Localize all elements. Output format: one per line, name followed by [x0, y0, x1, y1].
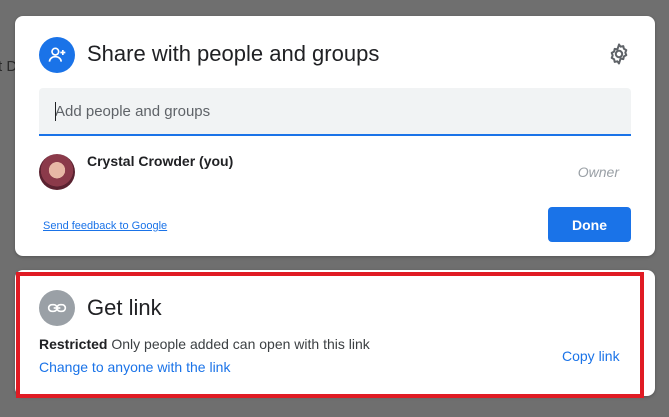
- avatar: [39, 154, 75, 190]
- share-dialog-title: Share with people and groups: [87, 41, 380, 66]
- person-name: Crystal Crowder (you): [87, 153, 234, 169]
- send-feedback-link[interactable]: Send feedback to Google: [43, 220, 167, 232]
- screen: t D Share with people and groups Crystal…: [0, 0, 669, 417]
- gear-icon[interactable]: [607, 42, 631, 66]
- access-explanation: Only people added can open with this lin…: [111, 336, 370, 352]
- person-add-icon: [39, 37, 75, 73]
- text-caret: [55, 102, 56, 121]
- person-role: Owner: [577, 164, 619, 180]
- link-icon: [39, 290, 75, 326]
- access-level: Restricted: [39, 336, 108, 352]
- copy-link-button[interactable]: Copy link: [562, 348, 620, 364]
- add-people-field[interactable]: [39, 88, 631, 136]
- access-description: Restricted Only people added can open wi…: [39, 336, 370, 352]
- change-access-link[interactable]: Change to anyone with the link: [39, 359, 230, 375]
- share-dialog: Share with people and groups Crystal Cro…: [15, 16, 655, 256]
- done-button[interactable]: Done: [548, 207, 631, 242]
- add-people-input[interactable]: [39, 88, 631, 134]
- get-link-panel: Get link Restricted Only people added ca…: [15, 270, 655, 396]
- get-link-title: Get link: [87, 295, 162, 320]
